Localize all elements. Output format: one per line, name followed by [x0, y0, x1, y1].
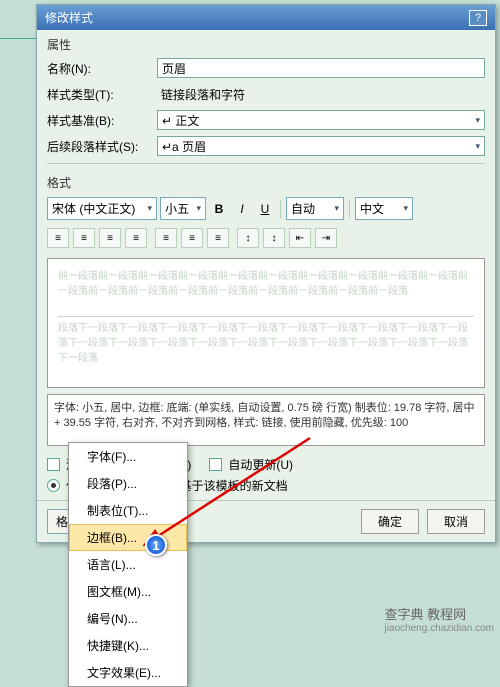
italic-button[interactable]: I	[232, 199, 252, 219]
style-type-label: 样式类型(T):	[47, 86, 157, 103]
cancel-button[interactable]: 取消	[427, 509, 485, 534]
paragraph-toolbar: ≡ ≡ ≡ ≡ ≡ ≡ ≡ ↕ ↕ ⇤ ⇥	[37, 224, 495, 252]
ok-button[interactable]: 确定	[361, 509, 419, 534]
align-center-icon[interactable]: ≡	[73, 228, 95, 248]
format-section-label: 格式	[37, 168, 495, 193]
style-based-label: 样式基准(B):	[47, 112, 157, 129]
preview-text-current	[58, 299, 474, 317]
indent-decrease-icon[interactable]: ⇤	[289, 228, 311, 248]
chevron-down-icon: ▾	[196, 203, 201, 214]
dialog-title: 修改样式	[45, 9, 93, 26]
menu-numbering[interactable]: 编号(N)...	[69, 605, 187, 632]
preview-text-after: 段落下一段落下一段落下一段落下一段落下一段落下一段落下一段落下一段落下一段落下一…	[58, 321, 474, 366]
preview-text-before: 前一段落前一段落前一段落前一段落前一段落前一段落前一段落前一段落前一段落前一段落…	[58, 269, 474, 299]
font-family-combo[interactable]: 宋体 (中文正文)▾	[47, 197, 157, 220]
font-toolbar: 宋体 (中文正文)▾ 小五▾ B I U 自动▾ 中文▾	[37, 193, 495, 224]
line-spacing-2-icon[interactable]: ≡	[207, 228, 229, 248]
next-style-combo[interactable]: ↵a 页眉▾	[157, 136, 485, 156]
chevron-down-icon: ▾	[475, 115, 480, 126]
indent-increase-icon[interactable]: ⇥	[315, 228, 337, 248]
auto-update-label: 自动更新(U)	[228, 456, 293, 473]
properties-section-label: 属性	[37, 30, 495, 55]
menu-shortcut[interactable]: 快捷键(K)...	[69, 632, 187, 659]
line-spacing-1-icon[interactable]: ≡	[155, 228, 177, 248]
menu-language[interactable]: 语言(L)...	[69, 551, 187, 578]
menu-paragraph[interactable]: 段落(P)...	[69, 470, 187, 497]
menu-tabs[interactable]: 制表位(T)...	[69, 497, 187, 524]
dialog-titlebar: 修改样式 ?	[37, 5, 495, 30]
chevron-down-icon: ▾	[475, 141, 480, 152]
name-field[interactable]: 页眉	[157, 58, 485, 78]
name-label: 名称(N):	[47, 60, 157, 77]
preview-box: 前一段落前一段落前一段落前一段落前一段落前一段落前一段落前一段落前一段落前一段落…	[47, 258, 485, 388]
align-justify-icon[interactable]: ≡	[125, 228, 147, 248]
template-label: 基于该模板的新文档	[180, 477, 288, 494]
space-after-icon[interactable]: ↕	[263, 228, 285, 248]
font-lang-combo[interactable]: 中文▾	[355, 197, 413, 220]
style-type-field: 链接段落和字符	[157, 84, 485, 104]
auto-update-checkbox[interactable]	[209, 458, 222, 471]
menu-frame[interactable]: 图文框(M)...	[69, 578, 187, 605]
underline-button[interactable]: U	[255, 199, 275, 219]
font-color-combo[interactable]: 自动▾	[286, 197, 344, 220]
help-icon[interactable]: ?	[469, 10, 487, 26]
style-description: 字体: 小五, 居中, 边框: 底端: (单实线, 自动设置, 0.75 磅 行…	[47, 394, 485, 446]
watermark: 查字典 教程网 jiaocheng.chazidian.com	[384, 604, 494, 634]
chevron-down-icon: ▾	[403, 203, 408, 214]
chevron-down-icon: ▾	[334, 203, 339, 214]
align-right-icon[interactable]: ≡	[99, 228, 121, 248]
watermark-sub: jiaocheng.chazidian.com	[384, 623, 494, 634]
font-size-combo[interactable]: 小五▾	[160, 197, 206, 220]
bold-button[interactable]: B	[209, 199, 229, 219]
watermark-main: 查字典 教程网	[384, 604, 494, 623]
menu-text-effect[interactable]: 文字效果(E)...	[69, 659, 187, 686]
next-style-label: 后续段落样式(S):	[47, 138, 157, 155]
align-left-icon[interactable]: ≡	[47, 228, 69, 248]
style-based-combo[interactable]: ↵ 正文▾	[157, 110, 485, 130]
format-dropdown-menu: 字体(F)... 段落(P)... 制表位(T)... 边框(B)... 语言(…	[68, 442, 188, 687]
line-spacing-15-icon[interactable]: ≡	[181, 228, 203, 248]
callout-badge: 1	[145, 534, 167, 556]
space-before-icon[interactable]: ↕	[237, 228, 259, 248]
menu-border[interactable]: 边框(B)...	[69, 524, 187, 551]
only-doc-radio[interactable]	[47, 479, 60, 492]
chevron-down-icon: ▾	[147, 203, 152, 214]
add-quick-checkbox[interactable]	[47, 458, 60, 471]
menu-font[interactable]: 字体(F)...	[69, 443, 187, 470]
